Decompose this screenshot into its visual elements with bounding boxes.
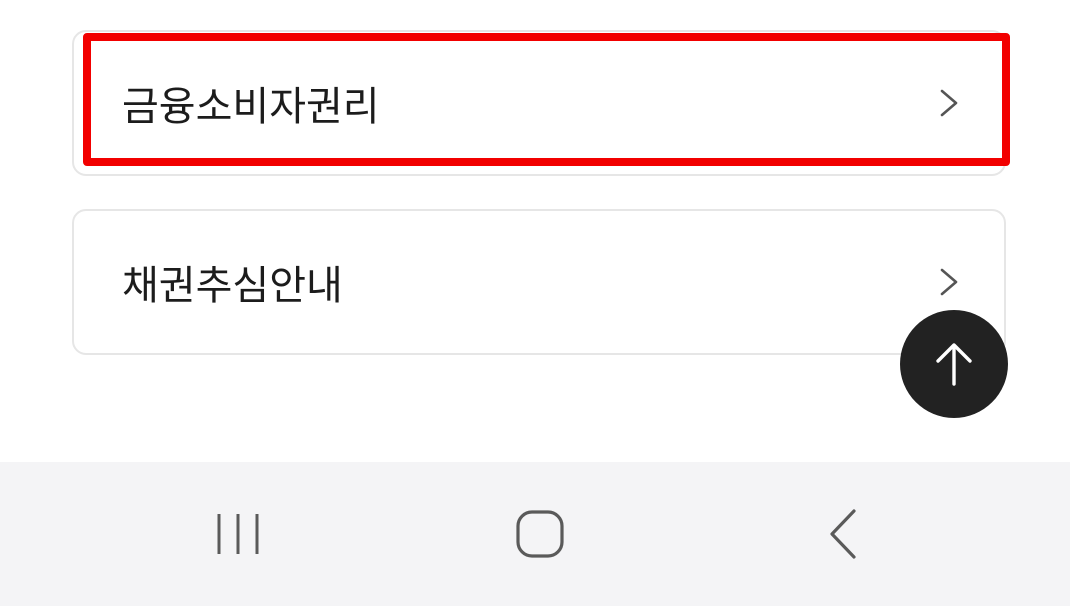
system-navigation-bar (0, 462, 1070, 606)
menu-item-financial-consumer-rights[interactable]: 금융소비자권리 (72, 30, 1006, 176)
scroll-to-top-button[interactable] (900, 310, 1008, 418)
recents-button[interactable] (178, 462, 298, 606)
menu-item-label: 채권추심안내 (122, 263, 343, 309)
back-icon (830, 509, 856, 559)
home-button[interactable] (480, 462, 600, 606)
menu-item-debt-collection-guide[interactable]: 채권추심안내 (72, 209, 1006, 355)
page: 금융소비자권리 채권추심안내 (0, 0, 1070, 606)
back-button[interactable] (783, 462, 903, 606)
arrow-up-icon (936, 343, 972, 386)
menu-item-label: 금융소비자권리 (122, 84, 380, 130)
home-icon (516, 510, 564, 558)
chevron-right-icon (940, 268, 958, 296)
recents-icon (217, 514, 259, 554)
chevron-right-icon (940, 89, 958, 117)
